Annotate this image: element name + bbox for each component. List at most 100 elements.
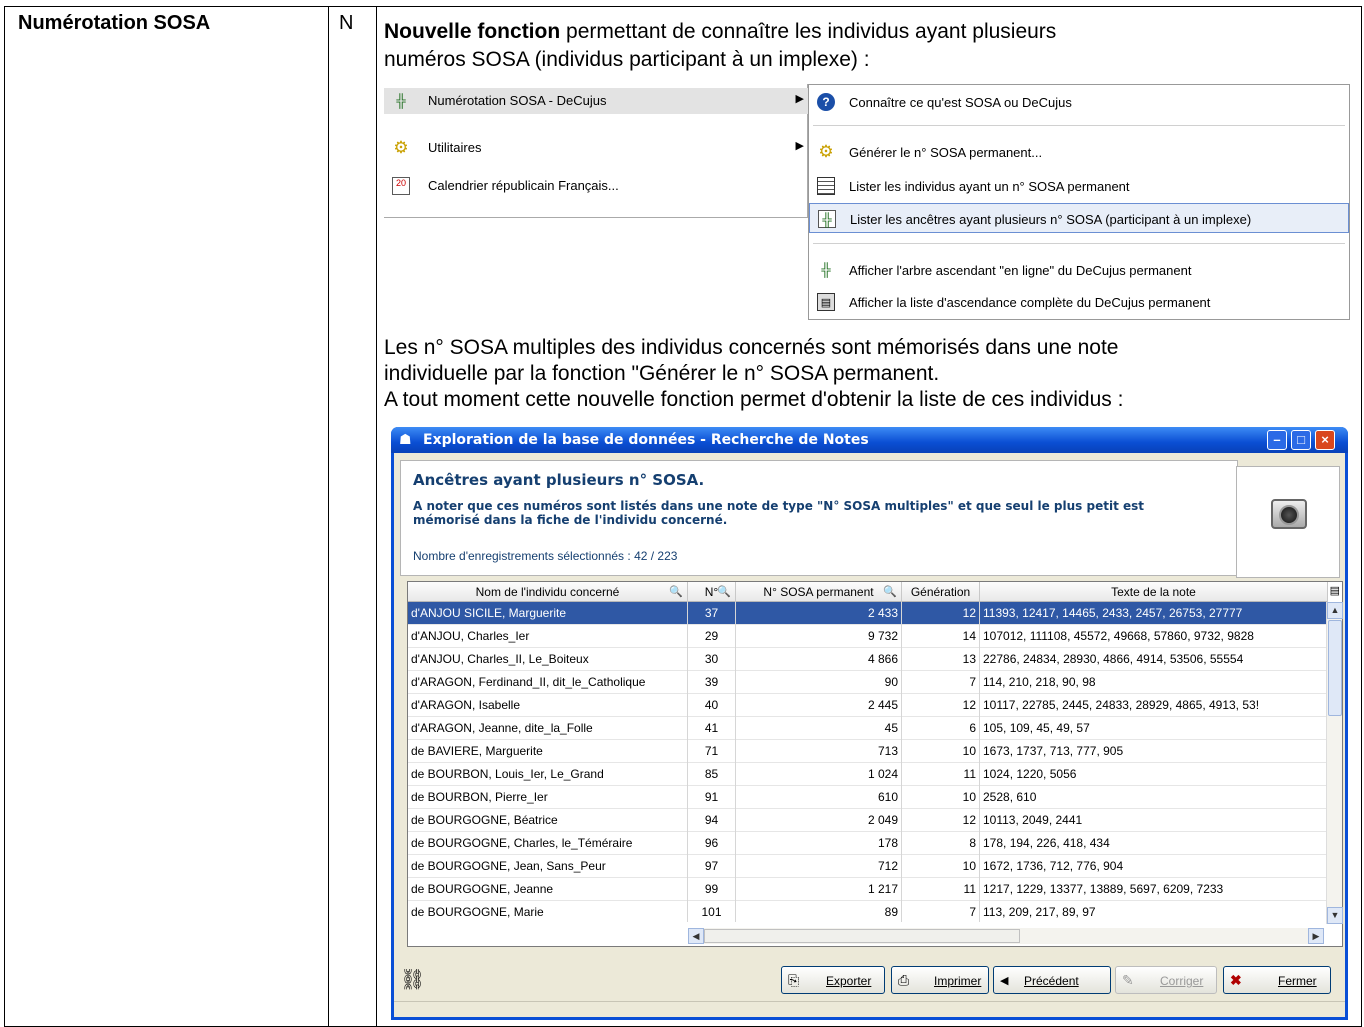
button-label: Imprimer (934, 974, 982, 988)
cell-name: de BOURGOGNE, Jeanne (408, 878, 688, 901)
calendar-icon: 20 (392, 177, 410, 195)
menu-item-label: Utilitaires (428, 140, 482, 155)
cell-sosa: 2 433 (736, 602, 902, 625)
menu-item-label: Numérotation SOSA - DeCujus (428, 93, 607, 108)
cell-note: 107012, 111108, 45572, 49668, 57860, 973… (980, 625, 1328, 648)
vertical-scrollbar[interactable]: ▲ ▼ (1326, 602, 1343, 924)
column-header-note[interactable]: Texte de la note (980, 582, 1328, 602)
feature-name: Numérotation SOSA (18, 12, 211, 34)
grid-header: Nom de l'individu concerné 🔍 N° 🔍 N° SOSA … (408, 582, 1328, 602)
menu-item-utilitaires[interactable]: ⚙ Utilitaires ▶ (384, 135, 808, 161)
binoculars-icon[interactable]: ⛓ (400, 967, 425, 992)
intro-rest: permettant de connaître les individus ay… (560, 20, 1057, 43)
table-row[interactable]: d'ARAGON, Ferdinand_II, dit_le_Catholiqu… (408, 671, 1328, 694)
submenu-item-generate[interactable]: ⚙ Générer le n° SOSA permanent... (809, 137, 1349, 167)
previous-button[interactable]: ◀ Précédent (993, 966, 1111, 994)
cell-number: 37 (688, 602, 736, 625)
table-row[interactable]: de BOURGOGNE, Jean, Sans_Peur 97 712 10 1672… (408, 855, 1328, 878)
cell-number: 39 (688, 671, 736, 694)
cell-number: 29 (688, 625, 736, 648)
cell-number: 71 (688, 740, 736, 763)
cell-generation: 11 (902, 878, 980, 901)
cell-sosa: 2 049 (736, 809, 902, 832)
scroll-thumb[interactable] (1328, 620, 1342, 716)
cell-sosa: 712 (736, 855, 902, 878)
menu-item-label: Calendrier républicain Français... (428, 178, 619, 193)
cell-generation: 10 (902, 786, 980, 809)
cell-note: 1217, 1229, 13377, 13889, 5697, 6209, 72… (980, 878, 1328, 901)
cell-name: d'ANJOU SICILE, Marguerite (408, 602, 688, 625)
export-button[interactable]: ⎘ Exporter (781, 966, 885, 994)
scroll-left-icon[interactable]: ◀ (688, 928, 704, 944)
table-row[interactable]: d'ANJOU SICILE, Marguerite 37 2 433 12 11393… (408, 602, 1328, 625)
column-chooser-icon[interactable]: ▤ (1330, 584, 1340, 597)
submenu-item-list-sosa[interactable]: Lister les individus ayant un n° SOSA pe… (809, 171, 1349, 201)
submenu-item-tree[interactable]: ╬ Afficher l'arbre ascendant "en ligne" … (809, 255, 1349, 285)
column-header-name[interactable]: Nom de l'individu concerné 🔍 (408, 582, 688, 602)
record-count: Nombre d'enregistrements sélectionnés : … (413, 549, 678, 563)
table-row[interactable]: d'ANJOU, Charles_II, Le_Boiteux 30 4 866 13… (408, 648, 1328, 671)
table-row[interactable]: de BAVIERE, Marguerite 71 713 10 1673, 1737,… (408, 740, 1328, 763)
cell-number: 40 (688, 694, 736, 717)
cell-name: d'ANJOU, Charles_Ier (408, 625, 688, 648)
photo-panel[interactable] (1236, 466, 1340, 578)
scroll-thumb[interactable] (704, 929, 1020, 943)
submenu-item-label: Connaître ce qu'est SOSA ou DeCujus (849, 95, 1072, 110)
cell-name: de BAVIERE, Marguerite (408, 740, 688, 763)
cell-generation: 14 (902, 625, 980, 648)
panel-note: A noter que ces numéros sont listés dans… (413, 499, 1144, 527)
cell-generation: 12 (902, 809, 980, 832)
cell-generation: 11 (902, 763, 980, 786)
cell-note: 10117, 22785, 2445, 24833, 28929, 4865, … (980, 694, 1328, 717)
button-label: Exporter (826, 974, 872, 988)
intro-bold: Nouvelle fonction (384, 20, 561, 43)
button-label: Corriger (1160, 974, 1204, 988)
cell-note: 10113, 2049, 2441 (980, 809, 1328, 832)
minimize-button[interactable]: – (1267, 430, 1287, 450)
maximize-button[interactable]: □ (1291, 430, 1311, 450)
cell-sosa: 610 (736, 786, 902, 809)
scroll-right-icon[interactable]: ▶ (1308, 928, 1324, 944)
context-menu: ╬ Numérotation SOSA - DeCujus ▶ ⚙ Utilit… (384, 84, 808, 218)
table-row[interactable]: de BOURGOGNE, Charles, le_Téméraire 96 178… (408, 832, 1328, 855)
print-button[interactable]: ⎙ Imprimer (891, 966, 989, 994)
table-row[interactable]: de BOURBON, Pierre_Ier 91 610 10 2528, 610 (408, 786, 1328, 809)
scroll-down-icon[interactable]: ▼ (1327, 907, 1343, 924)
menu-item-calendrier[interactable]: 20 Calendrier républicain Français... (384, 173, 808, 199)
column-label: Génération (910, 585, 971, 599)
cell-number: 101 (688, 901, 736, 922)
cell-number: 91 (688, 786, 736, 809)
cell-number: 96 (688, 832, 736, 855)
para2-line-3: A tout moment cette nouvelle fonction pe… (384, 388, 1124, 411)
feature-type: N (339, 12, 354, 34)
table-row[interactable]: de BOURBON, Louis_Ier, Le_Grand 85 1 024 11… (408, 763, 1328, 786)
column-header-sosa[interactable]: N° SOSA permanent 🔍 (736, 582, 902, 602)
table-row[interactable]: d'ARAGON, Isabelle 40 2 445 12 10117, 22785,… (408, 694, 1328, 717)
window-title: Exploration de la base de données - Rech… (423, 432, 869, 448)
cell-number: 30 (688, 648, 736, 671)
table-row[interactable]: de BOURGOGNE, Jeanne 99 1 217 11 1217, 1229,… (408, 878, 1328, 901)
close-window-button[interactable]: × (1315, 430, 1335, 450)
table-row[interactable]: d'ANJOU, Charles_Ier 29 9 732 14 107012, 111… (408, 625, 1328, 648)
table-row[interactable]: d'ARAGON, Jeanne, dite_la_Folle 41 45 6 105,… (408, 717, 1328, 740)
submenu-item-ascendance[interactable]: ▤ Afficher la liste d'ascendance complèt… (809, 287, 1349, 317)
close-button[interactable]: ✖ Fermer (1223, 966, 1331, 994)
explorer-window: ☗ Exploration de la base de données - Re… (391, 427, 1348, 1020)
column-header-generation[interactable]: Génération (902, 582, 980, 602)
camera-icon (1271, 499, 1307, 529)
title-bar[interactable]: ☗ Exploration de la base de données - Re… (391, 427, 1348, 453)
edit-button[interactable]: ✎ Corriger (1115, 966, 1217, 994)
menu-item-sosa[interactable]: ╬ Numérotation SOSA - DeCujus ▶ (384, 88, 808, 114)
cell-note: 1024, 1220, 5056 (980, 763, 1328, 786)
column-header-number[interactable]: N° 🔍 (688, 582, 736, 602)
horizontal-scrollbar[interactable]: ◀ ▶ (688, 928, 1324, 944)
scroll-up-icon[interactable]: ▲ (1327, 602, 1343, 619)
table-row[interactable]: de BOURGOGNE, Béatrice 94 2 049 12 10113, 20… (408, 809, 1328, 832)
cell-sosa: 4 866 (736, 648, 902, 671)
submenu-item-label: Générer le n° SOSA permanent... (849, 145, 1043, 160)
submenu-item-help[interactable]: ? Connaître ce qu'est SOSA ou DeCujus (809, 87, 1349, 117)
cell-note: 2528, 610 (980, 786, 1328, 809)
submenu-item-list-implexe[interactable]: ╬ Lister les ancêtres ayant plusieurs n°… (809, 203, 1349, 233)
table-row[interactable]: de BOURGOGNE, Marie 101 89 7 113, 209, 217, … (408, 901, 1328, 922)
help-icon: ? (817, 93, 835, 111)
